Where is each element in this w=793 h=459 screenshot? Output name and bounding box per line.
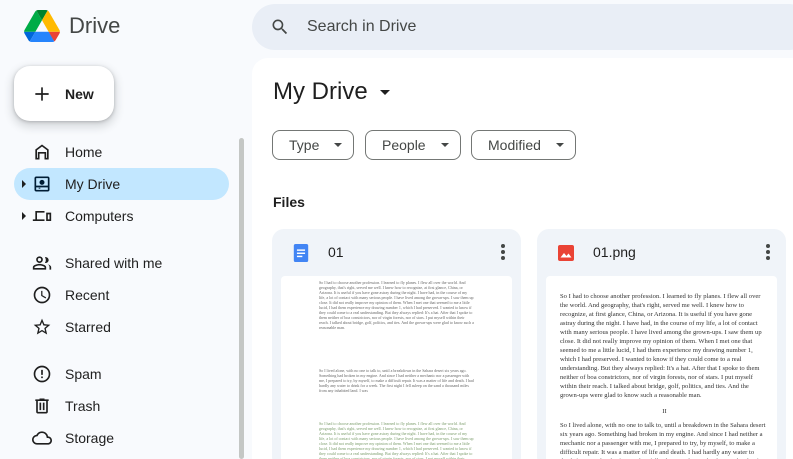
- more-options-icon[interactable]: [501, 244, 505, 260]
- sidebar-item-recent[interactable]: Recent: [14, 279, 229, 311]
- file-card[interactable]: 01.png So I had to choose another profes…: [537, 229, 786, 459]
- chevron-down-icon: [379, 89, 390, 95]
- sidebar-item-label: My Drive: [65, 176, 121, 192]
- sidebar-item-label: Shared with me: [65, 255, 163, 271]
- clock-icon: [33, 286, 51, 304]
- expand-arrow-icon[interactable]: [22, 212, 26, 220]
- search-icon[interactable]: [270, 17, 290, 37]
- sidebar-item-label: Home: [65, 144, 103, 160]
- people-icon: [32, 256, 52, 270]
- page-title-text: My Drive: [273, 78, 368, 105]
- sidebar-item-label: Starred: [65, 319, 111, 335]
- sidebar-item-home[interactable]: Home: [14, 136, 229, 168]
- file-thumbnail[interactable]: So I had to choose another profession. I…: [281, 276, 512, 459]
- chapter-mark: II: [662, 408, 667, 415]
- chevron-down-icon: [555, 143, 564, 147]
- sidebar-item-label: Trash: [65, 398, 101, 414]
- search-bar[interactable]: Search in Drive: [252, 4, 793, 50]
- file-card[interactable]: 01 So I had to choose another profession…: [272, 229, 521, 459]
- spam-icon: [33, 365, 51, 383]
- star-icon: [33, 318, 51, 335]
- preview-text: So I had to choose another profession. I…: [319, 421, 474, 459]
- search-input[interactable]: Search in Drive: [307, 18, 416, 36]
- filter-label: People: [382, 137, 426, 153]
- expand-arrow-icon[interactable]: [22, 180, 26, 188]
- sidebar-item-trash[interactable]: Trash: [14, 390, 229, 422]
- preview-text: So I lived alone, with no one to talk to…: [319, 368, 474, 393]
- filter-modified[interactable]: Modified: [471, 130, 576, 160]
- chevron-down-icon: [334, 143, 343, 147]
- new-button[interactable]: New: [14, 66, 114, 121]
- preview-text: So I had to choose another profession. I…: [319, 280, 474, 330]
- filter-people[interactable]: People: [365, 130, 461, 160]
- sidebar-item-label: Computers: [65, 208, 134, 224]
- cloud-icon: [32, 431, 52, 445]
- plus-icon: [35, 86, 49, 101]
- filter-label: Type: [289, 137, 320, 153]
- app-name: Drive: [69, 13, 121, 38]
- sidebar-item-label: Storage: [65, 430, 115, 446]
- trash-icon: [35, 398, 49, 414]
- drive-logo[interactable]: Drive: [24, 10, 120, 42]
- google-docs-icon: [293, 244, 309, 262]
- sidebar-item-computers[interactable]: Computers: [14, 200, 229, 232]
- filter-type[interactable]: Type: [272, 130, 355, 160]
- section-title: Files: [273, 194, 305, 210]
- sidebar-item-starred[interactable]: Starred: [14, 311, 229, 343]
- chevron-down-icon: [440, 143, 449, 147]
- sidebar-item-label: Spam: [65, 366, 102, 382]
- filter-label: Modified: [488, 137, 541, 153]
- sidebar-item-label: Recent: [65, 287, 110, 303]
- computer-icon: [32, 211, 52, 221]
- drive-logo-icon: [24, 10, 60, 42]
- image-file-icon: [558, 245, 574, 261]
- sidebar-item-shared-with-me[interactable]: Shared with me: [14, 247, 229, 279]
- new-button-label: New: [65, 85, 94, 102]
- more-options-icon[interactable]: [766, 244, 770, 260]
- file-thumbnail[interactable]: So I had to choose another profession. I…: [546, 276, 777, 459]
- my-drive-icon: [34, 176, 50, 192]
- file-name: 01.png: [593, 244, 636, 260]
- sidebar-item-spam[interactable]: Spam: [14, 358, 229, 390]
- page-title[interactable]: My Drive: [273, 78, 390, 106]
- preview-text: So I lived alone, with no one to talk to…: [560, 422, 769, 459]
- sidebar-item-storage[interactable]: Storage: [14, 422, 229, 454]
- sidebar-scrollbar[interactable]: [239, 138, 244, 459]
- file-name: 01: [328, 244, 344, 260]
- preview-text: So I had to choose another profession. I…: [560, 293, 762, 399]
- home-icon: [35, 144, 49, 160]
- sidebar-item-my-drive[interactable]: My Drive: [14, 168, 229, 200]
- main-panel: My Drive Type People Modified Files 01 S…: [252, 58, 793, 459]
